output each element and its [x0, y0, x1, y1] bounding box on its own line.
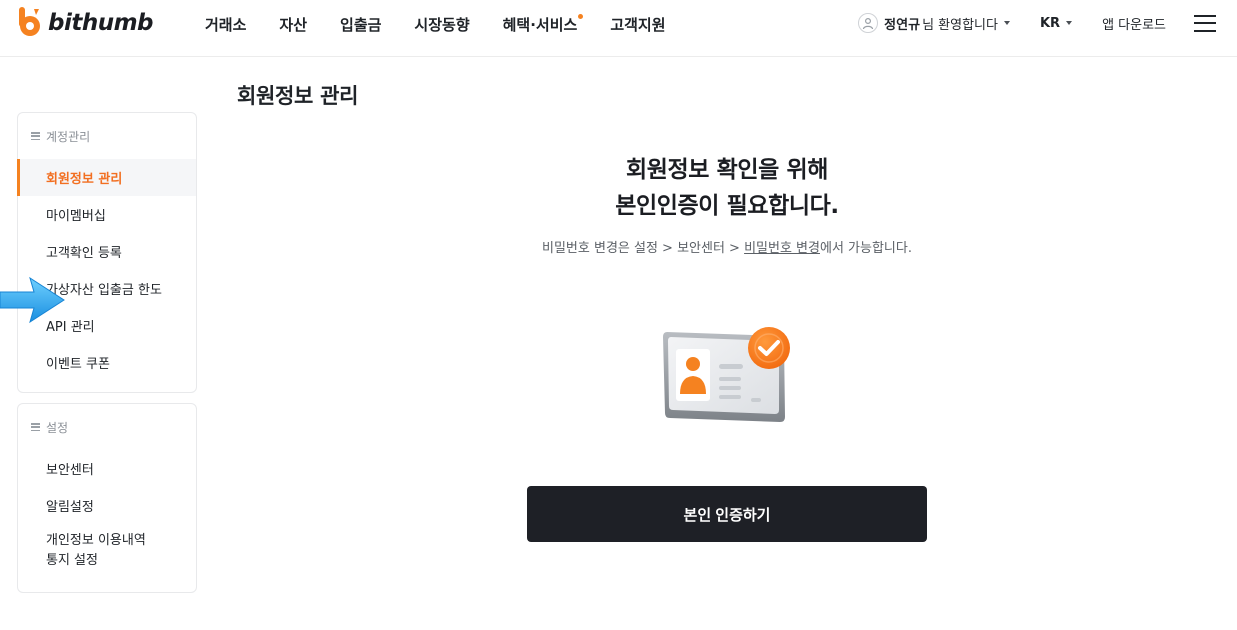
nav-benefits-label: 혜택·서비스	[502, 16, 578, 34]
nav-benefits-services[interactable]: 혜택·서비스	[502, 14, 584, 35]
brand-name: bithumb	[48, 10, 154, 36]
chevron-down-icon	[1003, 21, 1010, 25]
id-card-check-icon	[657, 322, 797, 427]
nav-customer-support[interactable]: 고객지원	[610, 14, 665, 35]
sidebar-settings-section: 설정 보안센터 알림설정 개인정보 이용내역 통지 설정	[17, 403, 197, 593]
main-nav: 거래소 자산 입출금 시장동향 혜택·서비스 고객지원	[205, 14, 699, 35]
page-title: 회원정보 관리	[237, 84, 359, 108]
section-title: 계정관리	[46, 129, 91, 144]
sidebar-section-header: 계정관리	[18, 113, 196, 159]
hint-prefix: 비밀번호 변경은 설정 > 보안센터 >	[542, 241, 745, 256]
sidebar-item-my-membership[interactable]: 마이멤버십	[18, 196, 196, 233]
sidebar-item-member-info[interactable]: 회원정보 관리	[17, 159, 196, 196]
language-label: KR	[1039, 15, 1061, 31]
arrow-pointer-icon	[0, 276, 66, 324]
header-right: 정연규 님 환영합니다 KR 앱 다운로드	[858, 0, 1237, 46]
sidebar-section-header: 설정	[18, 404, 196, 450]
new-dot-icon	[578, 14, 584, 19]
nav-deposit-withdraw[interactable]: 입출금	[340, 14, 381, 35]
hamburger-icon[interactable]	[1194, 14, 1216, 32]
user-avatar-icon	[858, 13, 879, 33]
sidebar-item-kyc[interactable]: 고객확인 등록	[18, 233, 196, 270]
password-change-hint: 비밀번호 변경은 설정 > 보안센터 > 비밀번호 변경에서 가능합니다.	[427, 237, 1027, 256]
bithumb-logo-icon	[16, 7, 44, 39]
list-icon	[31, 132, 40, 140]
verification-heading: 회원정보 확인을 위해 본인인증이 필요합니다.	[487, 152, 967, 224]
user-greeting: 님 환영합니다	[922, 17, 998, 33]
section-title: 설정	[46, 420, 69, 435]
user-menu[interactable]: 정연규 님 환영합니다	[858, 13, 1010, 33]
nav-exchange[interactable]: 거래소	[205, 14, 246, 35]
chevron-down-icon	[1066, 21, 1073, 25]
sidebar-item-notification-settings[interactable]: 알림설정	[18, 487, 196, 524]
language-selector[interactable]: KR	[1039, 15, 1073, 31]
sidebar-item-security-center[interactable]: 보안센터	[18, 450, 196, 487]
identity-verify-button[interactable]: 본인 인증하기	[527, 486, 927, 542]
sidebar-item-event-coupon[interactable]: 이벤트 쿠폰	[18, 344, 196, 381]
sidebar-account-section: 계정관리 회원정보 관리 마이멤버십 고객확인 등록 가상자산 입출금 한도 A…	[17, 112, 197, 393]
nav-assets[interactable]: 자산	[279, 14, 307, 35]
privacy-notice-line1: 개인정보 이용내역	[46, 533, 146, 548]
app-download-link[interactable]: 앱 다운로드	[1102, 14, 1166, 33]
privacy-notice-line2: 통지 설정	[46, 553, 98, 568]
hint-suffix: 에서 가능합니다.	[819, 241, 912, 256]
list-icon	[31, 423, 40, 431]
bithumb-logo[interactable]: bithumb	[16, 6, 154, 40]
password-change-link[interactable]: 비밀번호 변경	[744, 241, 820, 256]
user-name: 정연규	[884, 17, 921, 33]
verification-heading-line2: 본인인증이 필요합니다.	[615, 193, 839, 219]
sidebar-item-privacy-notice[interactable]: 개인정보 이용내역 통지 설정	[18, 524, 196, 578]
nav-market-trends[interactable]: 시장동향	[414, 14, 469, 35]
top-header: bithumb 거래소 자산 입출금 시장동향 혜택·서비스 고객지원 정연규 …	[0, 0, 1237, 57]
verification-heading-line1: 회원정보 확인을 위해	[625, 157, 829, 183]
